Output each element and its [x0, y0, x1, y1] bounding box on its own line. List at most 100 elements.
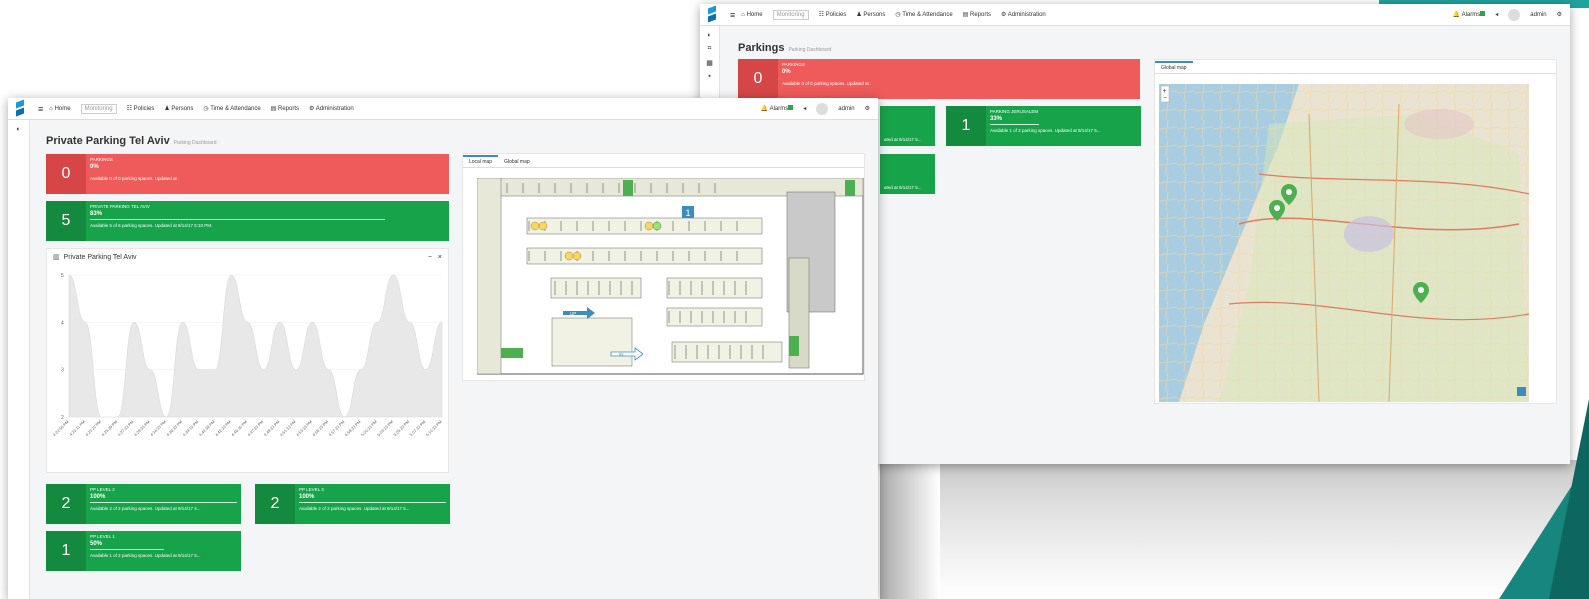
front-sidebar: ◐ — [8, 120, 30, 599]
tile-availability: ated at 9/14/17 5... — [884, 185, 922, 190]
tile-body: PARKINGS 0% Available 0 of 0 parking spa… — [86, 154, 449, 194]
y-tick-label: 4 — [61, 320, 64, 326]
nav-admin[interactable]: ⚙ Administration — [1001, 11, 1046, 18]
tile-availability: Available 1 of 2 parking spaces. Updated… — [90, 553, 201, 558]
chart-icon[interactable]: ▪ — [700, 73, 719, 80]
tile-availability: Available 5 of 6 parking spaces. Updated… — [90, 223, 213, 228]
front-tile-parkings[interactable]: 0 PARKINGS 0% Available 0 of 0 parking s… — [46, 154, 449, 194]
tile-name: PP LEVEL 2 — [90, 487, 115, 492]
tile-pp-level-3[interactable]: 2 PP LEVEL 3 100% Available 2 of 2 parki… — [255, 484, 450, 524]
shadow-decoration — [880, 460, 1580, 599]
tile-progress — [90, 219, 385, 220]
tab-local-map[interactable]: Local map — [463, 155, 499, 167]
global-map[interactable]: + − — [1159, 84, 1529, 402]
logo-icon[interactable] — [14, 100, 26, 118]
back-tile-parkings[interactable]: 0 PARKINGS 0% Available 0 of 0 parking s… — [738, 59, 1140, 99]
tile-body: PARKING JERUSALEM 33% Available 1 of 3 p… — [986, 106, 1141, 146]
tile-body: PRIVATE PARKING TEL AVIV 83% Available 5… — [86, 201, 449, 241]
nav-policies[interactable]: ☷ Policies — [819, 11, 847, 18]
nav-time[interactable]: ◷ Time & Attendance — [895, 11, 952, 18]
dashboard-icon[interactable]: ◐ — [8, 126, 29, 133]
tile-name: PARKINGS — [782, 62, 805, 67]
nav-reports[interactable]: ▤ Reports — [271, 105, 299, 112]
sound-icon[interactable]: ◂ — [803, 105, 806, 112]
nav-home[interactable]: ⌂ Home — [49, 106, 70, 112]
alarms-link[interactable]: 🔔 Alarms — [761, 105, 794, 112]
svg-text:+: + — [1163, 88, 1167, 95]
tile-pp-level-1[interactable]: 1 PP LEVEL 1 50% Available 1 of 2 parkin… — [46, 531, 241, 571]
x-tick-label: 4:40:38 PM — [198, 419, 216, 437]
x-tick-label: 4:34:33 PM — [149, 419, 167, 437]
nav-admin[interactable]: ⚙ Administration — [309, 105, 354, 112]
tile-progress — [299, 502, 446, 503]
svg-text:−: − — [1163, 95, 1167, 102]
x-tick-label: 4:29:35 PM — [133, 419, 151, 437]
nav-time[interactable]: ◷ Time & Attendance — [203, 105, 260, 112]
tile-name: PP LEVEL 1 — [90, 534, 115, 539]
tile-availability: Available 0 of 0 parking spaces. Updated… — [782, 81, 872, 86]
front-tile-tlv[interactable]: 5 PRIVATE PARKING TEL AVIV 83% Available… — [46, 201, 449, 241]
tile-count: 2 — [46, 484, 86, 524]
x-tick-label: 5:05:33 PM — [392, 419, 410, 437]
nav-persons[interactable]: ♟ Persons — [856, 11, 885, 18]
area-chart: 5 4 3 24:22:55 PM4:23:11 PM4:23:22 PM4:25:3… — [52, 273, 443, 437]
nav-home[interactable]: ⌂ Home — [741, 12, 762, 18]
avatar[interactable] — [1508, 8, 1521, 21]
collapse-button[interactable]: − — [428, 254, 432, 261]
dashboard-icon[interactable]: ◐ — [700, 32, 719, 39]
tile-count: 0 — [46, 154, 86, 194]
nav-monitoring[interactable]: Monitoring — [772, 9, 809, 20]
x-tick-label: 5:00:33 PM — [360, 419, 378, 437]
nav-reports[interactable]: ▤ Reports — [963, 11, 991, 18]
tile-body: ated at 9/14/17 5... — [880, 106, 935, 146]
tab-global-map[interactable]: Global map — [1155, 61, 1193, 73]
x-tick-label: 4:48:33 PM — [263, 419, 281, 437]
tile-count: 5 — [46, 201, 86, 241]
bar-chart-icon: ▥ — [53, 254, 60, 261]
back-nav: ⌂ Home Monitoring ☷ Policies ♟ Persons ◷… — [741, 9, 1046, 20]
up-label: UP — [570, 311, 576, 316]
y-tick-label: 2 — [61, 415, 64, 421]
user-name[interactable]: admin — [1530, 12, 1546, 18]
nav-persons[interactable]: ♟ Persons — [164, 105, 193, 112]
front-topbar: ≡ ⌂ Home Monitoring ☷ Policies ♟ Persons… — [8, 98, 878, 120]
map-icon[interactable]: ▦ — [700, 59, 719, 67]
tile-name: PP LEVEL 3 — [299, 487, 324, 492]
floor-plan[interactable]: 1 UP IN — [477, 178, 865, 378]
nav-policies[interactable]: ☷ Policies — [127, 105, 155, 112]
tab-global-map[interactable]: Global map — [498, 157, 536, 167]
front-rightnav: 🔔 Alarms ◂ admin ⚙ — [761, 102, 878, 115]
x-tick-label: 4:22:55 PM — [52, 419, 70, 437]
front-page-title: Private Parking Tel Aviv Parking Dashboar… — [46, 135, 217, 147]
user-name[interactable]: admin — [838, 106, 854, 112]
avatar[interactable] — [816, 102, 829, 115]
back-tile-jerusalem[interactable]: 1 PARKING JERUSALEM 33% Available 1 of 3… — [946, 106, 1141, 146]
hamburger-icon[interactable]: ≡ — [730, 10, 735, 20]
back-map-panel: Global map + − — [1154, 59, 1557, 404]
level-marker: 1 — [686, 208, 691, 218]
settings-icon[interactable]: ⚙ — [1557, 11, 1562, 18]
hamburger-icon[interactable]: ≡ — [38, 104, 43, 114]
tile-body: PP LEVEL 2 100% Available 2 of 2 parking… — [86, 484, 241, 524]
area-series — [68, 274, 443, 418]
back-topbar: ≡ ⌂ Home Monitoring ☷ Policies ♟ Persons… — [700, 4, 1570, 26]
back-rightnav: 🔔 Alarms ◂ admin ⚙ — [1453, 8, 1570, 21]
tile-name: PARKING JERUSALEM — [990, 109, 1039, 114]
x-tick-label: 4:56:33 PM — [311, 419, 329, 437]
tile-pp-level-2[interactable]: 2 PP LEVEL 2 100% Available 2 of 2 parki… — [46, 484, 241, 524]
tile-percent: 33% — [990, 116, 1003, 122]
devices-icon[interactable]: ⌗ — [700, 45, 719, 53]
settings-icon[interactable]: ⚙ — [865, 105, 870, 112]
nav-monitoring[interactable]: Monitoring — [80, 103, 117, 114]
close-button[interactable]: × — [438, 254, 442, 261]
tile-progress — [990, 124, 1039, 125]
x-tick-label: 5:07:33 PM — [408, 419, 426, 437]
chart-panel: ▥ Private Parking Tel Aviv − × 5 4 3 2 4:22:… — [46, 248, 449, 473]
alarms-link[interactable]: 🔔 Alarms — [1453, 11, 1486, 18]
x-tick-label: 4:51:33 PM — [279, 419, 297, 437]
back-tile-hidden-2[interactable]: ated at 9/14/17 5... — [880, 154, 935, 194]
back-tile-hidden-1[interactable]: ated at 9/14/17 5... — [880, 106, 935, 146]
back-map-tabs: Global map — [1155, 60, 1556, 74]
sound-icon[interactable]: ◂ — [1495, 11, 1498, 18]
logo-icon[interactable] — [706, 6, 718, 24]
